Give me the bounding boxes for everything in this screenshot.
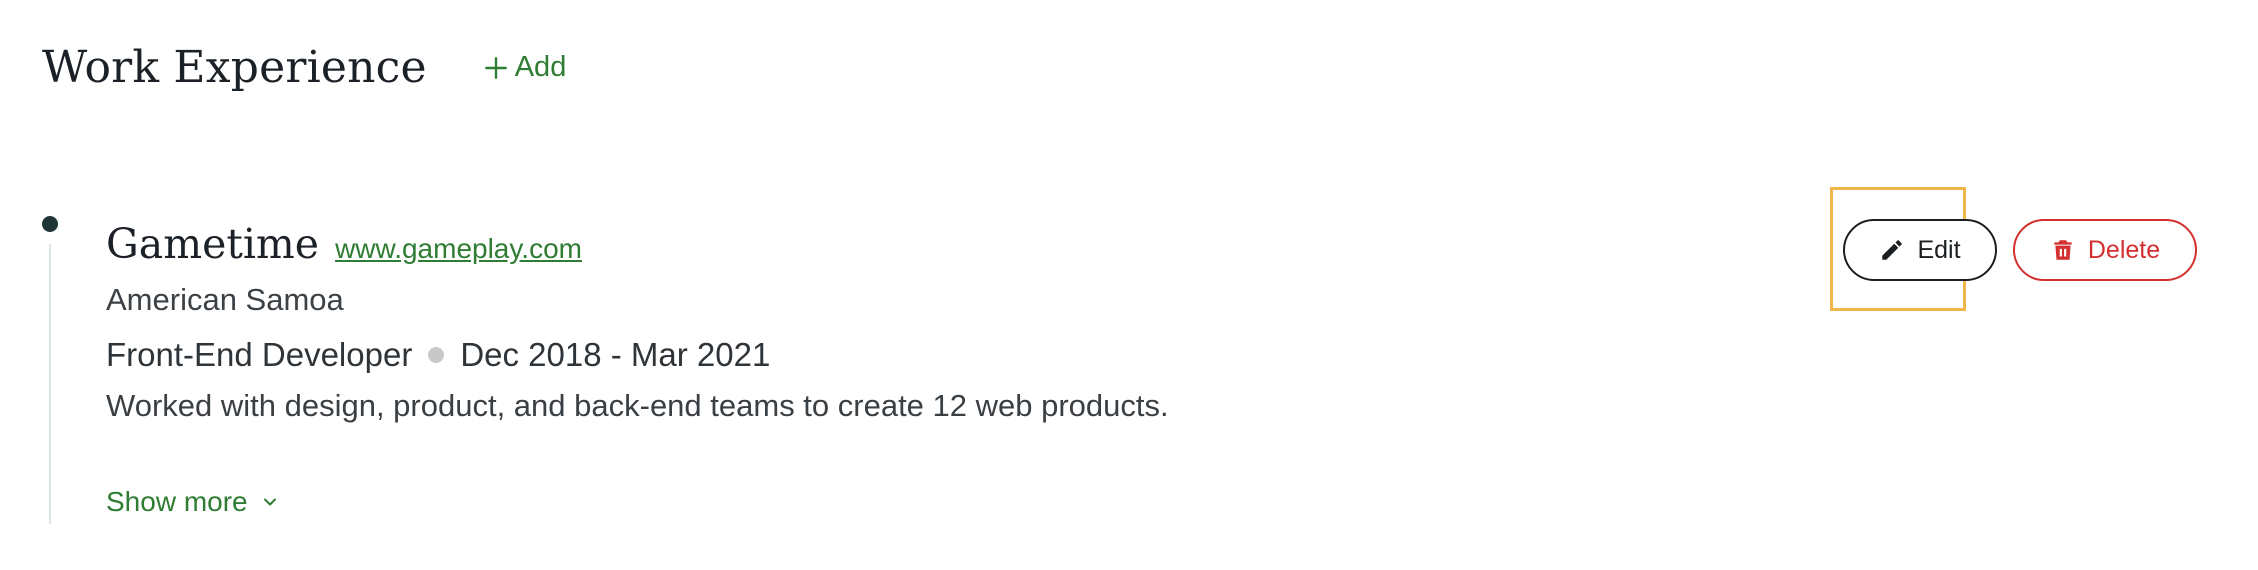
add-experience-button[interactable]: Add	[483, 51, 567, 84]
company-name: Gametime	[106, 220, 320, 268]
company-location: American Samoa	[106, 282, 344, 317]
timeline-dot	[42, 216, 58, 232]
pencil-icon	[1882, 240, 1903, 260]
delete-label: Delete	[2087, 235, 2161, 264]
delete-button[interactable]: Delete	[2013, 219, 2197, 281]
separator-dot	[428, 347, 445, 363]
experience-entry: Gametime www.gameplay.com American Samoa…	[106, 220, 1806, 424]
timeline-line	[49, 244, 51, 524]
chevron-down-icon	[263, 498, 276, 506]
company-website-link[interactable]: www.gameplay.com	[335, 233, 582, 265]
date-range: Dec 2018 - Mar 2021	[460, 336, 771, 373]
add-label: Add	[514, 51, 567, 83]
job-title: Front-End Developer	[106, 336, 413, 373]
show-more-label: Show more	[106, 486, 248, 517]
trash-icon	[2054, 240, 2072, 260]
section-title: Work Experience	[42, 42, 427, 93]
section-header: Work Experience Add	[42, 42, 566, 93]
company-row: Gametime www.gameplay.com	[106, 220, 1806, 268]
plus-icon	[484, 56, 507, 79]
edit-button[interactable]: Edit	[1843, 219, 1997, 281]
role-row: Front-End Developer Dec 2018 - Mar 2021	[106, 336, 1806, 374]
edit-label: Edit	[1917, 235, 1961, 264]
show-more-button[interactable]: Show more	[106, 486, 280, 518]
job-description: Worked with design, product, and back-en…	[106, 388, 1169, 423]
